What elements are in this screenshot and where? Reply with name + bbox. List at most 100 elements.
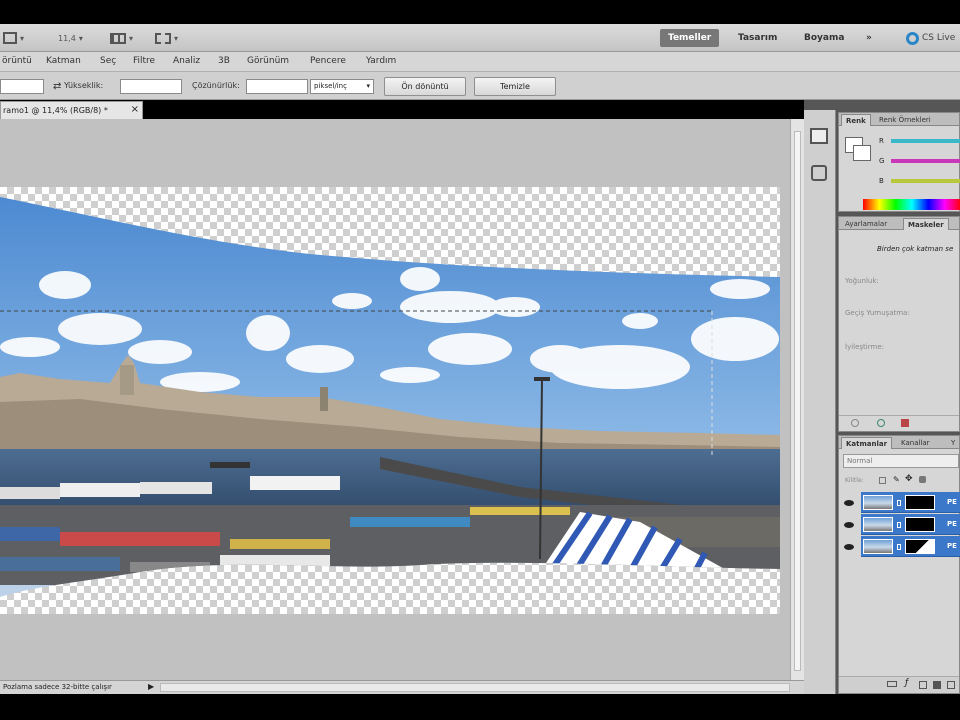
- options-bar: ⇄ Yükseklik: Çözünürlük: piksel/inç ▾ Ön…: [0, 72, 960, 100]
- eye-icon[interactable]: [844, 544, 854, 550]
- actions-icon[interactable]: [811, 165, 827, 181]
- status-menu-icon[interactable]: ▶: [148, 682, 154, 691]
- tab-layers[interactable]: Katmanlar: [841, 437, 893, 449]
- layer-name: PE: [947, 520, 957, 528]
- tab-channels[interactable]: Kanallar: [897, 437, 934, 449]
- height-label: Yükseklik:: [64, 81, 104, 90]
- chevron-down-icon: ▾: [366, 82, 370, 90]
- color-spectrum-ramp[interactable]: [863, 199, 960, 210]
- lock-move-icon[interactable]: ✥: [905, 474, 913, 484]
- red-channel-slider[interactable]: [891, 139, 960, 143]
- cs-live-icon: [906, 31, 919, 45]
- tab-paths[interactable]: Y: [947, 437, 959, 449]
- lock-brush-icon[interactable]: ✎: [893, 475, 900, 484]
- width-field[interactable]: [0, 79, 44, 94]
- background-color-swatch[interactable]: [853, 145, 871, 161]
- masks-hint-text: Birden çok katman se: [877, 245, 954, 253]
- workspace-painting-button[interactable]: Boyama: [796, 29, 852, 47]
- screen-mode-icon: [155, 32, 171, 44]
- menu-filter[interactable]: Filtre: [133, 56, 155, 66]
- green-channel-label: G: [879, 157, 885, 165]
- resolution-unit-select[interactable]: piksel/inç ▾: [310, 79, 374, 94]
- arrange-documents-button[interactable]: ▾: [110, 29, 133, 47]
- history-icon[interactable]: [810, 128, 828, 144]
- workspace-design-button[interactable]: Tasarım: [730, 29, 785, 47]
- scroll-thumb[interactable]: [794, 131, 801, 671]
- new-layer-icon[interactable]: [933, 681, 941, 689]
- panorama-image[interactable]: [0, 187, 780, 614]
- menu-image[interactable]: örüntü: [2, 56, 32, 66]
- layer-row[interactable]: PE: [861, 514, 960, 535]
- refine-label: İyileştirme:: [845, 343, 884, 351]
- mask-icon[interactable]: [851, 419, 859, 427]
- masks-panel: Ayarlamalar Maskeler Birden çok katman s…: [838, 216, 960, 432]
- resolution-label: Çözünürlük:: [192, 81, 240, 90]
- link-icon: [897, 500, 901, 506]
- lock-label: Kilitle:: [845, 477, 864, 484]
- panel-icon-strip: [804, 110, 836, 694]
- tab-color[interactable]: Renk: [841, 114, 871, 126]
- tab-masks[interactable]: Maskeler: [903, 218, 949, 230]
- masks-panel-tabs: Ayarlamalar Maskeler: [839, 217, 959, 230]
- blend-mode-select[interactable]: Normal: [843, 454, 959, 468]
- menu-3d[interactable]: 3B: [218, 56, 230, 66]
- masks-panel-footer: [839, 415, 959, 431]
- red-channel-label: R: [879, 137, 884, 145]
- close-icon[interactable]: ×: [131, 104, 139, 115]
- zoom-level-dropdown[interactable]: 11,4 ▾: [58, 29, 83, 47]
- tab-adjustments[interactable]: Ayarlamalar: [841, 218, 891, 230]
- color-panel: Renk Renk Örnekleri R G B: [838, 112, 960, 212]
- vertical-scrollbar[interactable]: [790, 119, 804, 680]
- eye-icon[interactable]: [844, 500, 854, 506]
- link-layers-icon[interactable]: [887, 681, 897, 687]
- layer-row[interactable]: PE: [861, 492, 960, 513]
- application-bar: ▾ 11,4 ▾ ▾ ▾ Temeller Tasarım Boyama » C…: [0, 24, 960, 52]
- chevron-down-icon: ▾: [20, 33, 25, 43]
- cs-live-label: CS Live: [922, 33, 956, 43]
- layer-thumbnail: [863, 539, 893, 554]
- layer-row[interactable]: PE: [861, 536, 960, 557]
- menu-analysis[interactable]: Analiz: [173, 56, 200, 66]
- layer-mask-thumbnail[interactable]: [905, 495, 935, 510]
- layer-name: PE: [947, 542, 957, 550]
- document-tab[interactable]: ramo1 @ 11,4% (RGB/8) * ×: [0, 101, 143, 119]
- layer-mask-thumbnail[interactable]: [905, 539, 935, 554]
- document-tab-title: ramo1 @ 11,4% (RGB/8) *: [3, 106, 108, 115]
- menu-window[interactable]: Pencere: [310, 56, 346, 66]
- color-panel-tabs: Renk Renk Örnekleri: [839, 113, 959, 126]
- fx-icon[interactable]: ƒ: [905, 678, 908, 688]
- lock-transparency-icon[interactable]: [879, 477, 886, 484]
- more-workspaces-button[interactable]: »: [858, 29, 880, 47]
- screen-mode-button[interactable]: ▾: [155, 29, 178, 47]
- clear-button[interactable]: Temizle: [474, 77, 556, 96]
- delete-mask-icon[interactable]: [901, 419, 909, 427]
- menu-select[interactable]: Seç: [100, 56, 116, 66]
- add-mask-icon[interactable]: [919, 681, 927, 689]
- workspace-essentials-button[interactable]: Temeller: [660, 29, 720, 47]
- menu-view[interactable]: Görünüm: [247, 56, 289, 66]
- tab-swatches[interactable]: Renk Örnekleri: [875, 114, 935, 126]
- height-field[interactable]: [120, 79, 182, 94]
- apply-mask-icon[interactable]: [877, 419, 885, 427]
- green-channel-slider[interactable]: [891, 159, 960, 163]
- layer-mask-thumbnail[interactable]: [905, 517, 935, 532]
- grid-icon: [110, 32, 126, 44]
- resolution-field[interactable]: [246, 79, 308, 94]
- layer-thumbnail: [863, 495, 893, 510]
- front-image-button[interactable]: Ön dönüntü: [384, 77, 466, 96]
- resolution-unit-value: piksel/inç: [314, 82, 347, 90]
- trash-icon[interactable]: [947, 681, 955, 689]
- visibility-column: [839, 492, 861, 558]
- menu-layer[interactable]: Katman: [46, 56, 81, 66]
- horizontal-scrollbar[interactable]: [160, 683, 790, 692]
- launch-bridge-button[interactable]: ▾: [3, 29, 24, 47]
- blue-channel-slider[interactable]: [891, 179, 960, 183]
- eye-icon[interactable]: [844, 522, 854, 528]
- link-icon: [897, 522, 901, 528]
- menu-help[interactable]: Yardım: [366, 56, 396, 66]
- cs-live-button[interactable]: CS Live: [906, 29, 955, 47]
- layers-panel-footer: ƒ: [839, 676, 959, 693]
- lock-all-icon[interactable]: [919, 476, 926, 483]
- swap-icon[interactable]: ⇄: [53, 81, 61, 92]
- bridge-icon: [3, 32, 17, 44]
